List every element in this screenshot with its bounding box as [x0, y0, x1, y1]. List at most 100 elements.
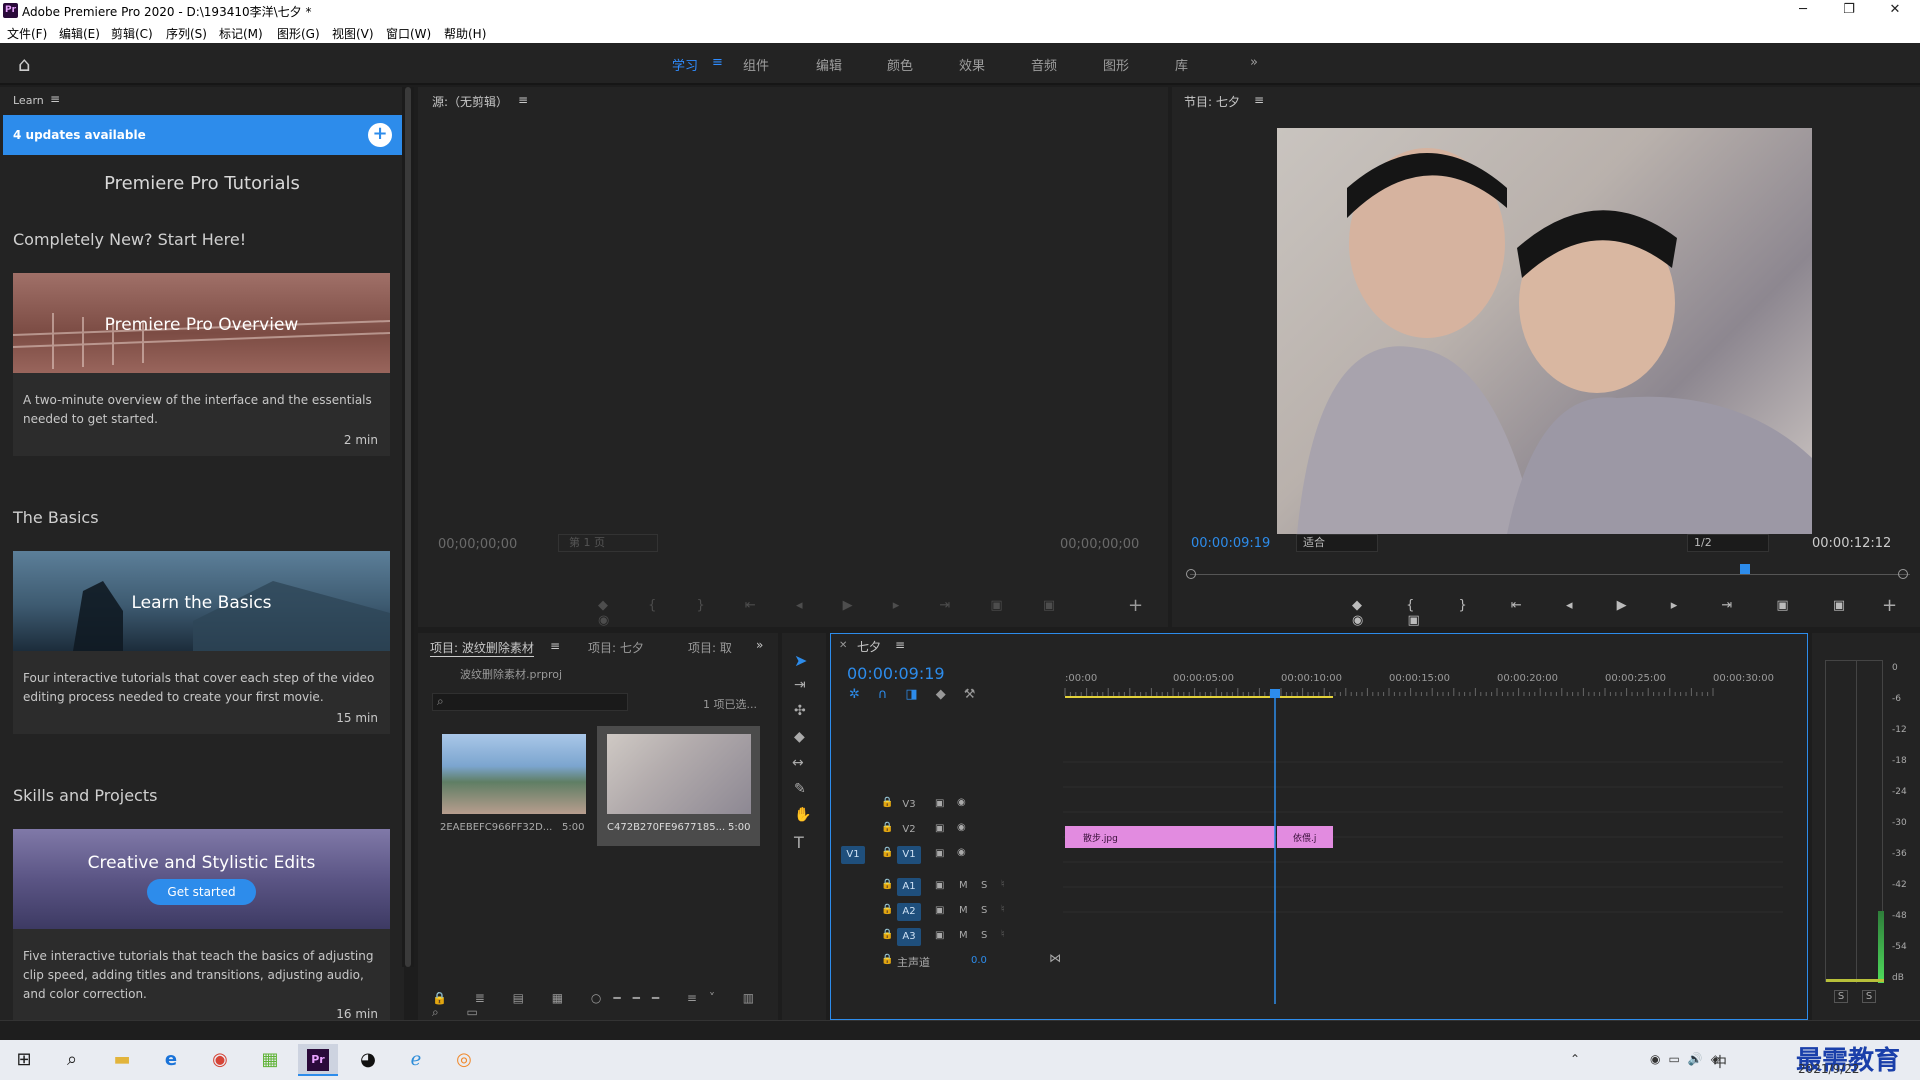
selection-tool-icon[interactable]: ➤ — [794, 651, 807, 670]
type-tool-icon[interactable]: T — [794, 833, 804, 852]
menu-file[interactable]: 文件(F) — [7, 25, 47, 42]
learn-scrollbar[interactable] — [402, 87, 414, 967]
project-tab-qixi[interactable]: 项目: 七夕 — [588, 639, 644, 656]
menu-window[interactable]: 窗口(W) — [386, 25, 431, 42]
program-monitor-menu-icon[interactable]: ≡ — [1254, 93, 1264, 107]
menu-view[interactable]: 视图(V) — [332, 25, 374, 42]
video-track-header[interactable]: 🔒 V1 ▣ ◉ V1 — [831, 844, 1071, 866]
source-monitor-menu-icon[interactable]: ≡ — [518, 93, 528, 107]
timeline-tab-title[interactable]: 七夕 — [857, 638, 881, 655]
workspace-overflow-icon[interactable]: » — [1250, 55, 1258, 70]
track-name[interactable]: V3 — [897, 796, 921, 814]
tray-chevron-icon[interactable]: ⌃ — [1570, 1052, 1580, 1066]
lock-icon[interactable]: 🔒 — [881, 822, 893, 833]
fit-select[interactable]: 适合 — [1296, 534, 1378, 552]
qq-icon[interactable]: ◕ — [348, 1044, 388, 1076]
hand-tool-icon[interactable]: ✋ — [794, 807, 811, 823]
eye-icon[interactable]: ◉ — [957, 822, 966, 833]
chrome-icon[interactable]: ◉ — [200, 1044, 240, 1076]
source-transport-controls[interactable]: ◆ { } ⇤ ◂ ▶ ▸ ⇥ ▣ ▣ ◉ — [598, 598, 1078, 628]
lock-icon[interactable]: 🔒 — [881, 797, 893, 808]
add-circle-icon[interactable]: + — [368, 123, 392, 147]
timeline-menu-icon[interactable]: ≡ — [895, 638, 905, 652]
sync-icon[interactable]: ▣ — [935, 798, 944, 809]
project-tab-active[interactable]: 项目: 波纹删除素材 — [430, 639, 534, 657]
audio-track-header[interactable]: 🔒 A1 ▣ M S ♮ — [831, 876, 1071, 898]
program-video-frame[interactable] — [1277, 128, 1812, 534]
workspace-learn[interactable]: 学习 — [672, 55, 698, 74]
mic-icon[interactable]: ♮ — [1001, 904, 1005, 915]
quality-select[interactable]: 1/2 — [1687, 534, 1769, 552]
video-track-header[interactable]: 🔒 V3 ▣ ◉ — [831, 794, 1071, 816]
menu-edit[interactable]: 编辑(E) — [59, 25, 100, 42]
lock-icon[interactable]: 🔒 — [881, 929, 893, 940]
timeline-settings-toolbar[interactable]: ✲∩◨◆⚒ — [849, 687, 999, 703]
lock-icon[interactable]: 🔒 — [881, 954, 893, 965]
audio-track-header[interactable]: 🔒 A2 ▣ M S ♮ — [831, 901, 1071, 923]
home-icon[interactable]: ⌂ — [18, 52, 31, 76]
workspace-effects[interactable]: 效果 — [959, 55, 985, 74]
project-tab-menu-icon[interactable]: ≡ — [550, 639, 560, 653]
project-tab-qu[interactable]: 项目: 取 — [688, 639, 732, 656]
source-patch-v1[interactable]: V1 — [841, 846, 865, 864]
sync-icon[interactable]: ▣ — [935, 848, 944, 859]
program-playhead-marker[interactable] — [1740, 564, 1750, 574]
file-explorer-icon[interactable]: ▬ — [102, 1044, 142, 1076]
track-name[interactable]: A2 — [897, 903, 921, 921]
master-track-header[interactable]: 🔒 主声道 0.0 ⋈ — [831, 951, 1071, 973]
ime-indicator[interactable]: 中 — [1713, 1052, 1727, 1072]
timeline-tracks-area[interactable]: :00:00 00:00:05:00 00:00:10:00 00:00:15:00 0… — [1063, 644, 1793, 1004]
program-scrubber-track[interactable] — [1190, 574, 1910, 575]
workspace-menu-icon[interactable]: ≡ — [712, 55, 723, 70]
lock-icon[interactable]: 🔒 — [881, 904, 893, 915]
app-tile-icon[interactable]: ▦ — [250, 1044, 290, 1076]
windows-start-icon[interactable]: ⊞ — [4, 1044, 44, 1076]
media-app-icon[interactable]: ◎ — [444, 1044, 484, 1076]
learn-panel-menu-icon[interactable]: ≡ — [50, 92, 60, 106]
timeline-timecode[interactable]: 00:00:09:19 — [847, 664, 945, 683]
mute-button[interactable]: M — [959, 930, 968, 941]
edge-browser-icon[interactable]: e — [151, 1044, 191, 1076]
program-scrubber-out-handle[interactable] — [1898, 569, 1908, 579]
workspace-assembly[interactable]: 组件 — [743, 55, 769, 74]
sync-icon[interactable]: ▣ — [935, 930, 944, 941]
project-bottom-toolbar[interactable]: 🔒 ≣ ▤ ▦ ○━━━ ≡˅ ▥ ⌕ ▭ — [432, 991, 772, 1019]
audio-track-header[interactable]: 🔒 A3 ▣ M S ♮ — [831, 926, 1071, 948]
menu-sequence[interactable]: 序列(S) — [166, 25, 207, 42]
timeline-tab-close-icon[interactable]: ✕ — [839, 640, 847, 651]
solo-button[interactable]: S — [981, 930, 987, 941]
updates-banner[interactable]: 4 updates available + — [3, 115, 402, 155]
track-name[interactable]: V1 — [897, 846, 921, 864]
mute-button[interactable]: M — [959, 880, 968, 891]
ie-browser-icon[interactable]: ℯ — [396, 1044, 436, 1076]
master-options-icon[interactable]: ⋈ — [1049, 951, 1061, 965]
track-select-tool-icon[interactable]: ⇥ — [794, 677, 806, 693]
mic-icon[interactable]: ♮ — [1001, 929, 1005, 940]
workspace-audio[interactable]: 音频 — [1031, 55, 1057, 74]
taskbar-premiere-app[interactable]: Pr — [298, 1044, 338, 1076]
lock-icon[interactable]: 🔒 — [881, 847, 893, 858]
menu-clip[interactable]: 剪辑(C) — [111, 25, 153, 42]
tutorial-card-overview[interactable]: Premiere Pro Overview A two-minute overv… — [12, 273, 391, 456]
tutorial-card-basics[interactable]: Learn the Basics Four interactive tutori… — [13, 551, 390, 734]
track-name[interactable]: V2 — [897, 821, 921, 839]
lock-icon[interactable]: 🔒 — [881, 879, 893, 890]
page-select[interactable]: 第 1 页 — [558, 534, 658, 552]
razor-tool-icon[interactable]: ◆ — [794, 729, 805, 745]
pen-tool-icon[interactable]: ✎ — [794, 781, 806, 797]
program-timecode-current[interactable]: 00:00:09:19 — [1191, 536, 1270, 551]
track-name[interactable]: A3 — [897, 928, 921, 946]
solo-button[interactable]: S — [981, 880, 987, 891]
tutorial-card-creative[interactable]: Creative and Stylistic Edits Get started… — [13, 829, 390, 1021]
maximize-button[interactable]: ❐ — [1826, 0, 1872, 22]
workspace-editing[interactable]: 编辑 — [816, 55, 842, 74]
program-scrubber-in-handle[interactable] — [1186, 569, 1196, 579]
project-search-input[interactable]: ⌕ — [432, 693, 628, 711]
sync-icon[interactable]: ▣ — [935, 880, 944, 891]
master-volume-value[interactable]: 0.0 — [971, 955, 987, 966]
menu-help[interactable]: 帮助(H) — [444, 25, 486, 42]
close-button[interactable]: ✕ — [1872, 0, 1918, 22]
meter-solo-right[interactable]: S — [1862, 990, 1876, 1003]
ripple-edit-tool-icon[interactable]: ✣ — [794, 703, 806, 719]
program-transport-controls[interactable]: ◆ { } ⇤ ◂ ▶ ▸ ⇥ ▣ ▣ ◉ ▣ — [1352, 598, 1872, 628]
